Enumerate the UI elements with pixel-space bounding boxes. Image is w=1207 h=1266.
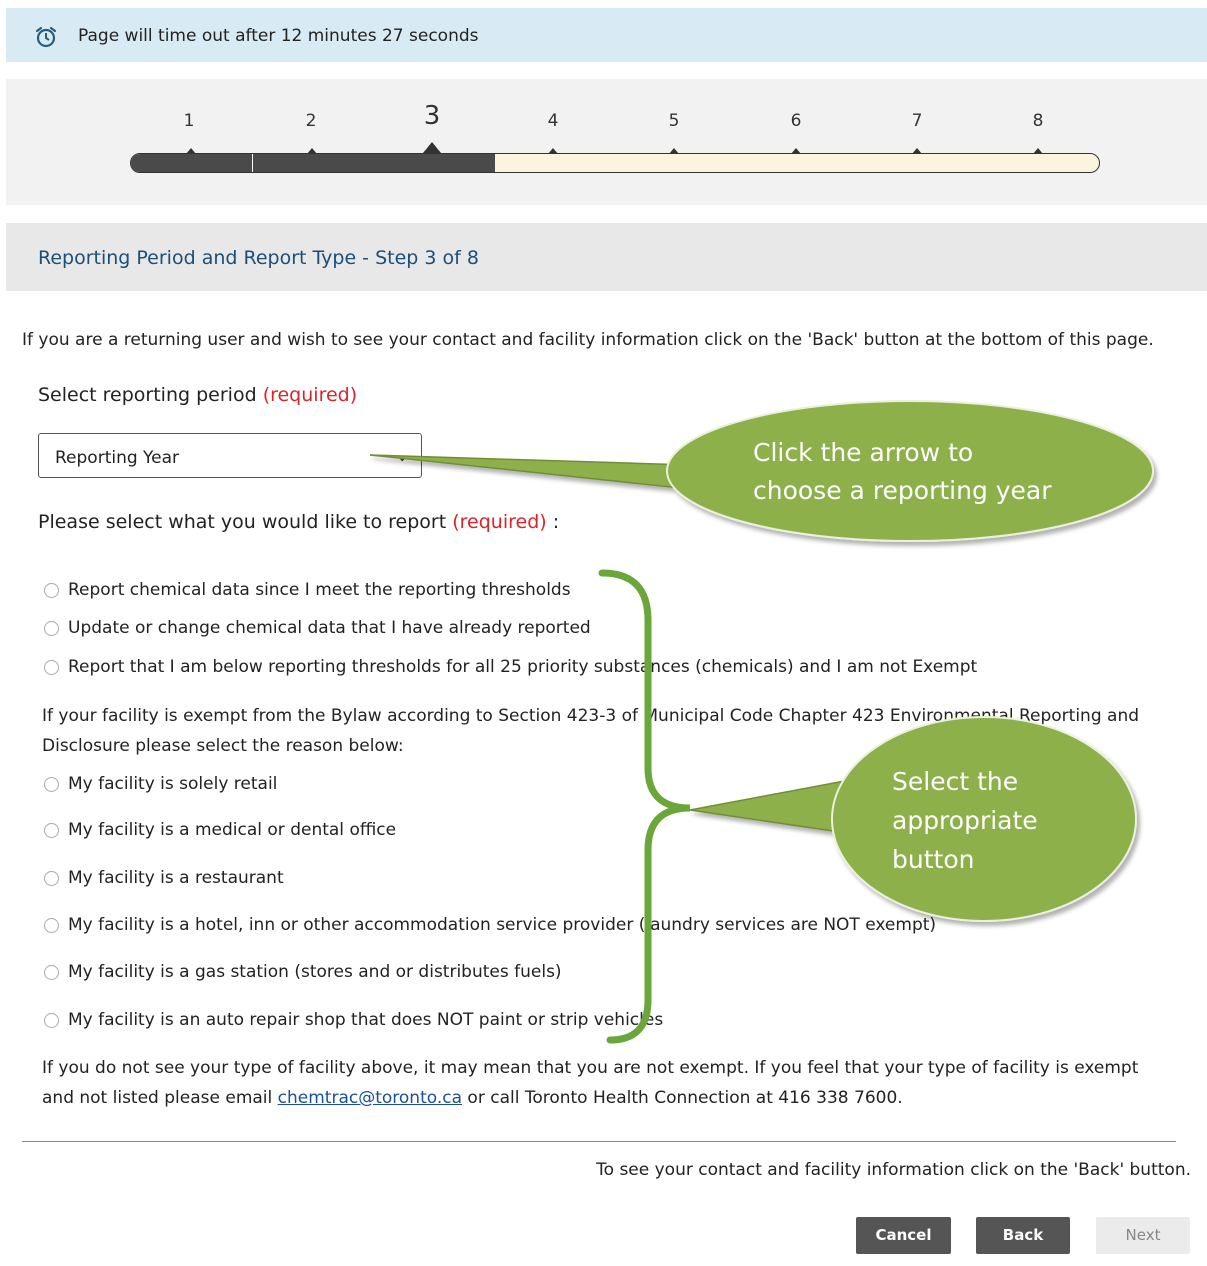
option-label: Update or change chemical data that I ha… — [68, 618, 591, 638]
option-exempt-hotel[interactable]: My facility is a hotel, inn or other acc… — [44, 915, 936, 935]
option-label: Report chemical data since I meet the re… — [68, 580, 571, 600]
step-number-8: 8 — [1032, 111, 1044, 131]
option-label: My facility is a medical or dental offic… — [68, 820, 397, 840]
option-label: My facility is a hotel, inn or other acc… — [68, 915, 937, 935]
cancel-button[interactable]: Cancel — [856, 1217, 951, 1254]
radio-button[interactable] — [44, 917, 59, 933]
reporting-period-label: Select reporting period (required) — [38, 384, 357, 406]
reporting-period-label-text: Select reporting period — [38, 384, 257, 406]
reporting-year-selected-value: Reporting Year — [55, 448, 180, 468]
step-number-3-current: 3 — [423, 101, 441, 131]
not-exempt-note-contact: or call Toronto Health Connection at 416… — [467, 1088, 903, 1108]
report-type-label: Please select what you would like to rep… — [38, 511, 559, 533]
next-button[interactable]: Next — [1096, 1217, 1190, 1254]
radio-button[interactable] — [44, 822, 59, 838]
option-exempt-auto-repair[interactable]: My facility is an auto repair shop that … — [44, 1010, 663, 1030]
alarm-clock-icon — [35, 26, 57, 48]
exempt-note: If your facility is exempt from the Byla… — [42, 706, 1140, 756]
radio-button[interactable] — [44, 964, 59, 980]
option-exempt-gas-station[interactable]: My facility is a gas station (stores and… — [44, 962, 562, 982]
select-callout-line-1: Select the — [892, 767, 1019, 796]
option-exempt-retail[interactable]: My facility is solely retail — [44, 774, 277, 794]
option-below-thresholds[interactable]: Report that I am below reporting thresho… — [44, 657, 977, 677]
not-exempt-note: If you do not see your type of facility … — [42, 1053, 1152, 1113]
step-marker-3-current — [423, 142, 441, 153]
arrow-callout-line-1: Click the arrow to — [753, 438, 974, 467]
step-number-2: 2 — [305, 111, 317, 131]
select-callout-line-3: button — [892, 845, 975, 874]
select-callout-line-2: appropriate — [892, 806, 1038, 835]
option-label: Report that I am below reporting thresho… — [68, 657, 978, 677]
report-type-label-text: Please select what you would like to rep… — [38, 511, 447, 533]
radio-button[interactable] — [44, 582, 59, 598]
returning-user-note: If you are a returning user and wish to … — [22, 330, 1154, 350]
select-callout-text: Select the appropriate button — [892, 762, 1038, 879]
email-link[interactable]: chemtrac@toronto.ca — [278, 1088, 462, 1108]
timeout-text: Page will time out after 12 minutes 27 s… — [78, 26, 479, 46]
radio-button[interactable] — [44, 1012, 59, 1028]
page-title: Reporting Period and Report Type - Step … — [38, 247, 479, 269]
option-label: My facility is a restaurant — [68, 868, 284, 888]
progress-track — [130, 153, 1100, 173]
radio-button[interactable] — [44, 870, 59, 886]
option-exempt-restaurant[interactable]: My facility is a restaurant — [44, 868, 284, 888]
step-number-4: 4 — [547, 111, 559, 131]
chevron-down-icon[interactable]: ⌄ — [396, 446, 409, 465]
timeout-banner: Page will time out after 12 minutes 27 s… — [6, 8, 1207, 62]
reporting-year-select[interactable]: Reporting Year ⌄ — [38, 433, 422, 478]
step-number-7: 7 — [911, 111, 923, 131]
radio-button[interactable] — [44, 776, 59, 792]
option-report-chemical-data[interactable]: Report chemical data since I meet the re… — [44, 580, 571, 600]
radio-button[interactable] — [44, 659, 59, 675]
required-marker: (required) — [262, 384, 358, 406]
radio-button[interactable] — [44, 620, 59, 636]
back-button[interactable]: Back — [976, 1217, 1070, 1254]
option-label: My facility is an auto repair shop that … — [68, 1010, 664, 1030]
step-number-6: 6 — [790, 111, 802, 131]
option-label: My facility is solely retail — [68, 774, 278, 794]
back-button-hint: To see your contact and facility informa… — [596, 1160, 1191, 1180]
progress-stepper: 1 2 3 4 5 6 7 8 — [6, 79, 1207, 205]
arrow-callout-text: Click the arrow to choose a reporting ye… — [753, 434, 1052, 510]
section-header: Reporting Period and Report Type - Step … — [6, 223, 1207, 291]
required-marker: (required) — [452, 511, 547, 533]
option-exempt-medical-dental[interactable]: My facility is a medical or dental offic… — [44, 820, 396, 840]
progress-completed-segment — [131, 154, 253, 172]
step-number-1: 1 — [183, 111, 195, 131]
option-label: My facility is a gas station (stores and… — [68, 962, 562, 982]
step-number-5: 5 — [668, 111, 680, 131]
report-type-label-suffix: : — [552, 511, 560, 533]
arrow-callout-line-2: choose a reporting year — [753, 476, 1052, 505]
option-update-chemical-data[interactable]: Update or change chemical data that I ha… — [44, 618, 591, 638]
